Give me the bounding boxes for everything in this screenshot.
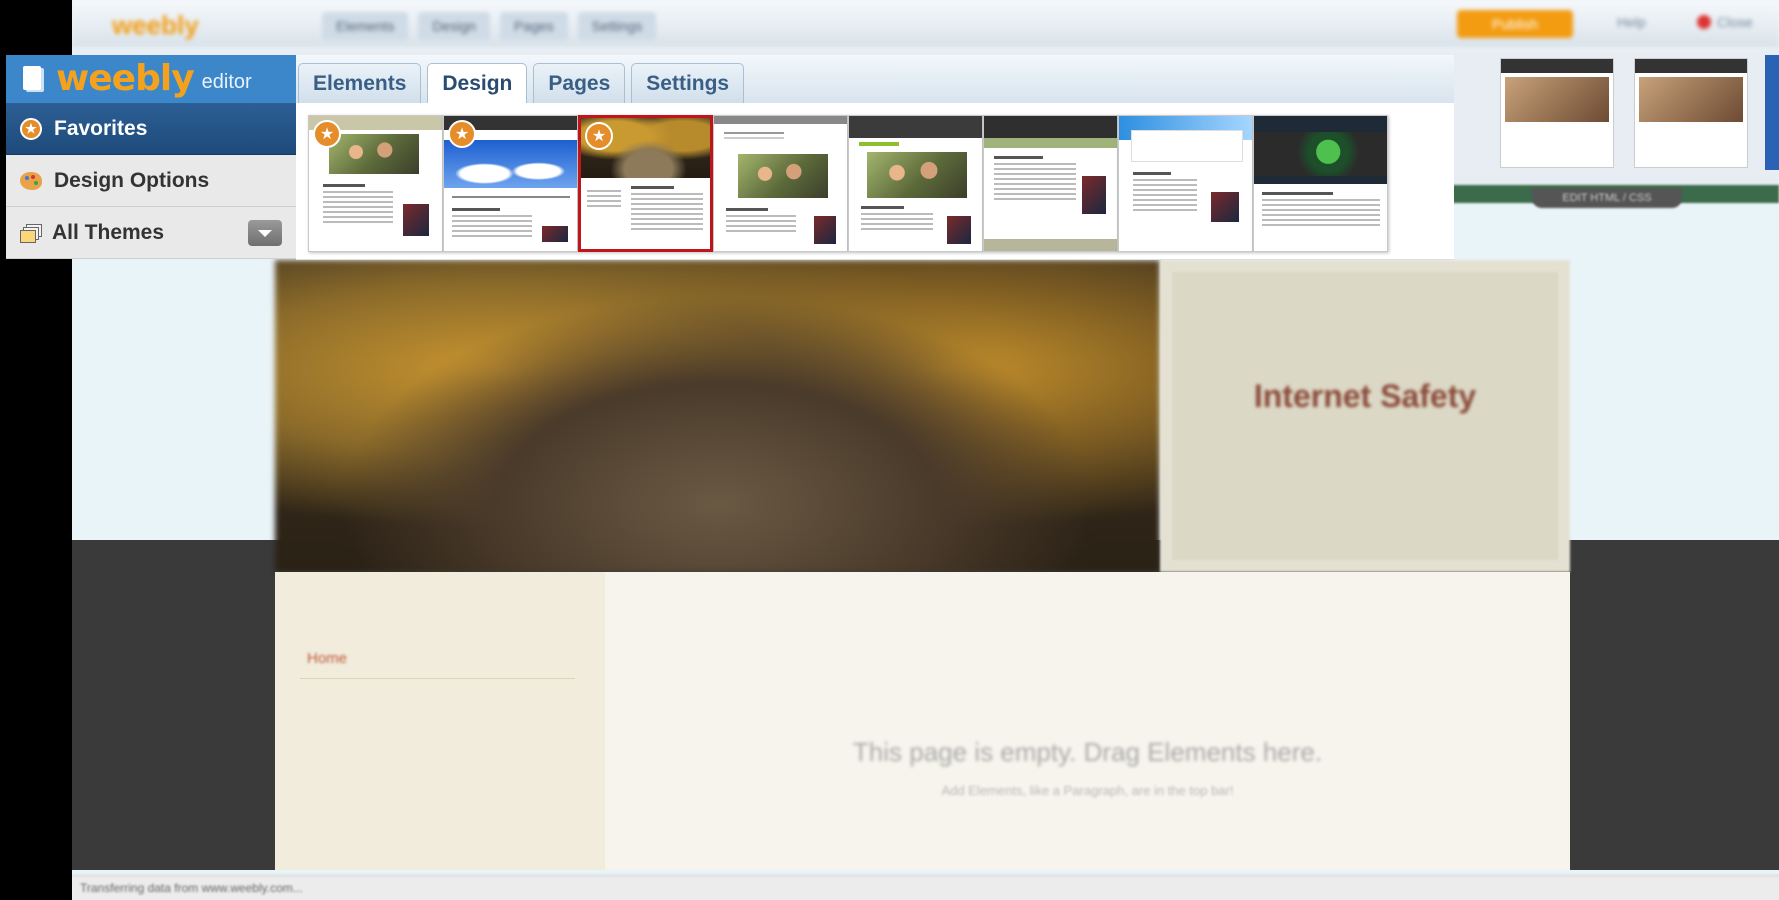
favorite-star-icon[interactable]: ★ (313, 120, 341, 148)
publish-button[interactable]: Publish (1457, 10, 1573, 38)
chevron-down-icon[interactable] (248, 220, 282, 246)
scroll-right-arrow[interactable] (1765, 55, 1779, 170)
sidebar-item-design-options[interactable]: Design Options (6, 155, 296, 207)
background-logo: weebly (112, 10, 199, 40)
background-toolbar: weebly Elements Design Pages Settings Pu… (72, 0, 1779, 48)
site-sidebar (275, 572, 605, 870)
site-header-image (275, 260, 1160, 572)
edit-html-css-button[interactable]: EDIT HTML / CSS (1532, 188, 1682, 208)
background-theme-thumb (1500, 58, 1614, 168)
close-link[interactable]: Close (1697, 14, 1753, 30)
editor-design-panel: weebly editor Elements Design Pages Sett… (6, 55, 1454, 260)
site-content-area[interactable] (605, 572, 1570, 870)
empty-page-message: This page is empty. Drag Elements here. (852, 737, 1323, 767)
star-icon: ★ (20, 117, 42, 140)
site-nav-home[interactable]: Home (307, 650, 347, 667)
background-tab-elements: Elements (322, 12, 409, 40)
themes-icon (20, 223, 42, 243)
background-tabs: Elements Design Pages Settings (322, 12, 657, 40)
sidebar-item-label: Favorites (54, 116, 148, 140)
main-tabs: Elements Design Pages Settings (298, 63, 745, 104)
background-tab-settings: Settings (577, 12, 657, 40)
site-title[interactable]: Internet Safety (1160, 378, 1570, 415)
theme-thumbnail-selected[interactable]: ★ (578, 115, 713, 252)
sidebar-item-all-themes[interactable]: All Themes (6, 207, 296, 259)
theme-thumbnail[interactable] (1118, 115, 1253, 252)
background-theme-thumb (1634, 58, 1748, 168)
site-header-title-area (1160, 260, 1570, 572)
favorite-star-icon[interactable]: ★ (585, 122, 613, 150)
status-bar: Transferring data from www.weebly.com... (72, 875, 1779, 900)
palette-icon (20, 171, 42, 190)
theme-thumbnail[interactable]: ★ (443, 115, 578, 252)
theme-thumbnail[interactable] (983, 115, 1118, 252)
logo-subtext: editor (201, 70, 252, 93)
tab-settings[interactable]: Settings (631, 63, 745, 103)
theme-thumbnails: ★ ★ ★ (296, 103, 1454, 260)
site-nav-divider (300, 678, 575, 679)
theme-thumbnail[interactable] (1253, 115, 1388, 252)
weebly-page-icon (20, 64, 46, 94)
logo-text: weebly (56, 58, 195, 99)
empty-page-hint: Add Elements, like a Paragraph, are in t… (941, 783, 1234, 798)
favorite-star-icon[interactable]: ★ (448, 120, 476, 148)
sidebar-item-favorites[interactable]: ★ Favorites (6, 103, 296, 155)
tab-design[interactable]: Design (427, 63, 528, 104)
design-sidebar: ★ Favorites Design Options All Themes (6, 103, 296, 259)
background-tab-pages: Pages (499, 12, 568, 40)
help-link[interactable]: Help (1617, 14, 1646, 30)
tab-pages[interactable]: Pages (533, 63, 626, 103)
theme-thumbnail[interactable] (848, 115, 983, 252)
weebly-logo: weebly editor (6, 55, 296, 103)
tab-elements[interactable]: Elements (298, 63, 422, 103)
theme-thumbnail[interactable] (713, 115, 848, 252)
sidebar-item-label: Design Options (54, 168, 210, 192)
background-tab-design: Design (418, 12, 490, 40)
theme-thumbnail[interactable]: ★ (308, 115, 443, 252)
sidebar-item-label: All Themes (52, 220, 165, 244)
